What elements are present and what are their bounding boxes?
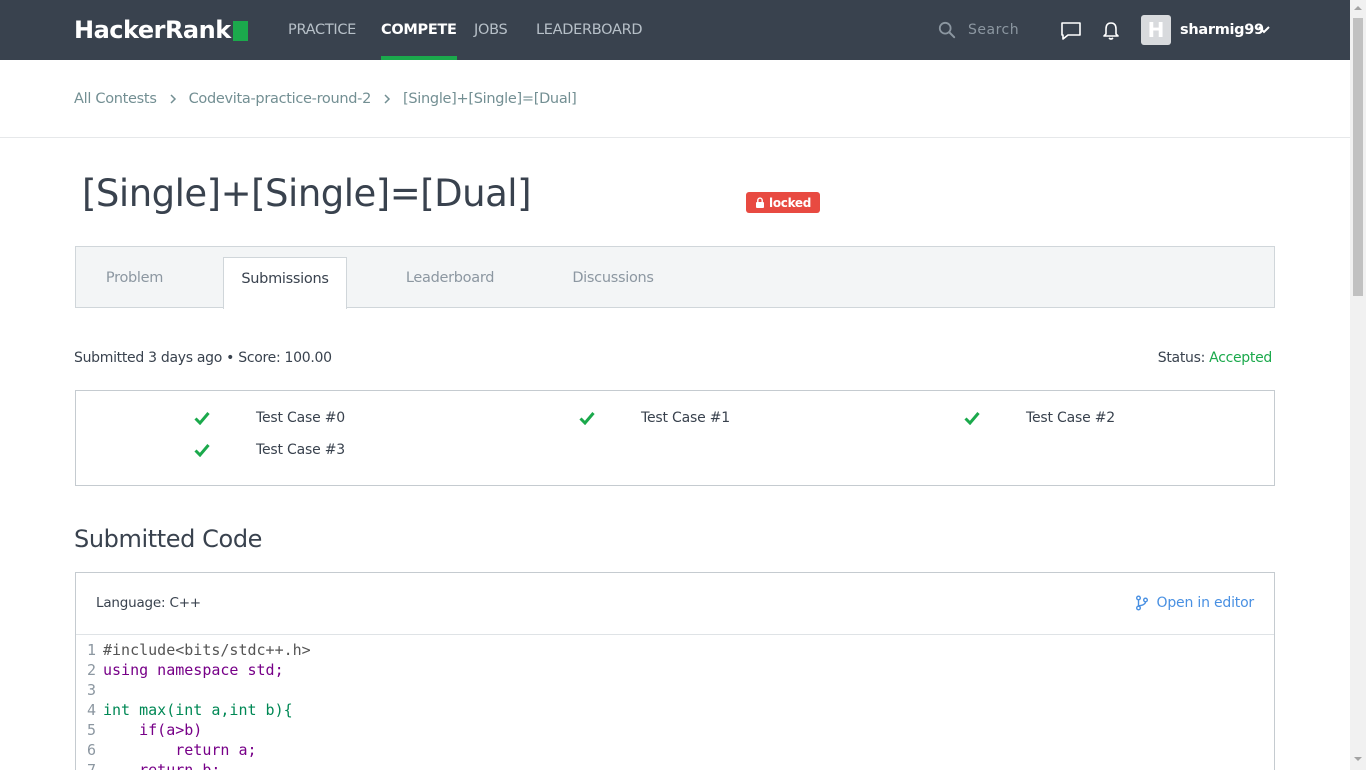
page-title: [Single]+[Single]=[Dual] xyxy=(82,172,532,215)
nav-practice[interactable]: PRACTICE xyxy=(288,0,356,60)
nav-jobs[interactable]: JOBS xyxy=(474,0,508,60)
code-toolbar: Language: C++ Open in editor xyxy=(76,573,1274,635)
check-icon xyxy=(194,412,210,425)
scrollbar-thumb[interactable] xyxy=(1353,18,1363,296)
tab-leaderboard[interactable]: Leaderboard xyxy=(388,257,512,308)
code-line: 4 int max(int a,int b){ xyxy=(76,700,1274,720)
submitted-code-heading: Submitted Code xyxy=(74,525,263,553)
line-number: 1 xyxy=(86,641,96,659)
code-text: using namespace std; xyxy=(103,661,284,679)
tab-discussions[interactable]: Discussions xyxy=(553,257,673,308)
logo-mark xyxy=(232,21,248,41)
line-number: 2 xyxy=(86,661,96,679)
search-input[interactable] xyxy=(968,22,1048,38)
code-line: 7 return b; xyxy=(76,760,1274,770)
test-case-item[interactable]: Test Case #1 xyxy=(579,410,730,426)
test-case-item[interactable]: Test Case #3 xyxy=(194,442,345,458)
open-in-editor-link[interactable]: Open in editor xyxy=(1135,595,1254,611)
status-badge: locked xyxy=(746,192,821,213)
breadcrumb-challenge[interactable]: [Single]+[Single]=[Dual] xyxy=(403,91,577,107)
check-icon xyxy=(964,412,980,425)
top-navbar: HackerRank PRACTICE COMPETE JOBS LEADERB… xyxy=(0,0,1350,60)
badge-label: locked xyxy=(769,195,812,210)
test-case-label: Test Case #2 xyxy=(1026,410,1115,426)
lock-icon xyxy=(756,197,764,208)
chat-icon[interactable] xyxy=(1059,19,1083,43)
challenge-tabs: Problem Submissions Leaderboard Discussi… xyxy=(75,246,1275,309)
chevron-down-icon[interactable] xyxy=(1257,23,1271,37)
chevron-right-icon xyxy=(384,94,391,104)
code-line: 6 return a; xyxy=(76,740,1274,760)
tab-submissions[interactable]: Submissions xyxy=(223,257,347,309)
breadcrumb-contest[interactable]: Codevita-practice-round-2 xyxy=(189,91,372,107)
line-number: 5 xyxy=(86,721,96,739)
line-number: 3 xyxy=(86,681,96,699)
breadcrumb-all-contests[interactable]: All Contests xyxy=(74,91,157,107)
nav-compete[interactable]: COMPETE xyxy=(381,0,457,60)
test-case-label: Test Case #3 xyxy=(256,442,345,458)
scroll-down-arrow-icon[interactable] xyxy=(1354,755,1362,763)
status-value: Accepted xyxy=(1209,350,1272,366)
code-text: return a; xyxy=(103,741,257,759)
line-number: 6 xyxy=(86,741,96,759)
code-text: int max(int a,int b){ xyxy=(103,701,293,719)
chevron-right-icon xyxy=(170,94,176,104)
code-line: 1 #include<bits/stdc++.h> xyxy=(76,640,1274,660)
username[interactable]: sharmig99 xyxy=(1180,0,1264,60)
test-case-item[interactable]: Test Case #2 xyxy=(964,410,1115,426)
line-number: 7 xyxy=(86,761,96,770)
status-label: Status: xyxy=(1157,350,1206,366)
logo-text: HackerRank xyxy=(74,16,231,44)
code-panel: Language: C++ Open in editor 1 #include<b… xyxy=(75,572,1275,770)
code-text: #include<bits/stdc++.h> xyxy=(103,641,311,659)
code-line: 2 using namespace std; xyxy=(76,660,1274,680)
branch-icon xyxy=(1135,595,1148,611)
code-text: return b; xyxy=(103,761,221,770)
test-case-label: Test Case #0 xyxy=(256,410,345,426)
scroll-up-arrow-icon[interactable] xyxy=(1354,4,1362,12)
tab-problem[interactable]: Problem xyxy=(76,257,193,308)
open-in-editor-label: Open in editor xyxy=(1156,595,1255,611)
submission-meta: Submitted 3 days ago • Score: 100.00 xyxy=(74,350,332,366)
code-viewer[interactable]: 1 #include<bits/stdc++.h> 2 using namespac… xyxy=(76,635,1274,770)
check-icon xyxy=(194,444,210,457)
nav-leaderboard[interactable]: LEADERBOARD xyxy=(536,0,643,60)
page-scrollbar[interactable] xyxy=(1350,0,1366,770)
bell-icon[interactable] xyxy=(1099,19,1123,43)
check-icon xyxy=(579,412,595,425)
code-line: 3 xyxy=(76,680,1274,700)
code-line: 5 if(a>b) xyxy=(76,720,1274,740)
test-case-panel: Test Case #0 Test Case #1 Test Case #2 T… xyxy=(75,390,1275,486)
submission-status: Status: Accepted xyxy=(1157,350,1273,366)
search-box[interactable] xyxy=(938,18,1048,42)
language-label: Language: C++ xyxy=(96,595,201,611)
hackerrank-logo[interactable]: HackerRank xyxy=(74,15,248,45)
breadcrumb: All Contests Codevita-practice-round-2 [… xyxy=(74,91,577,107)
test-case-item[interactable]: Test Case #0 xyxy=(194,410,345,426)
test-case-label: Test Case #1 xyxy=(641,410,730,426)
search-icon xyxy=(938,21,956,39)
avatar[interactable]: H xyxy=(1141,15,1171,45)
code-text: if(a>b) xyxy=(103,721,203,739)
line-number: 4 xyxy=(86,701,96,719)
